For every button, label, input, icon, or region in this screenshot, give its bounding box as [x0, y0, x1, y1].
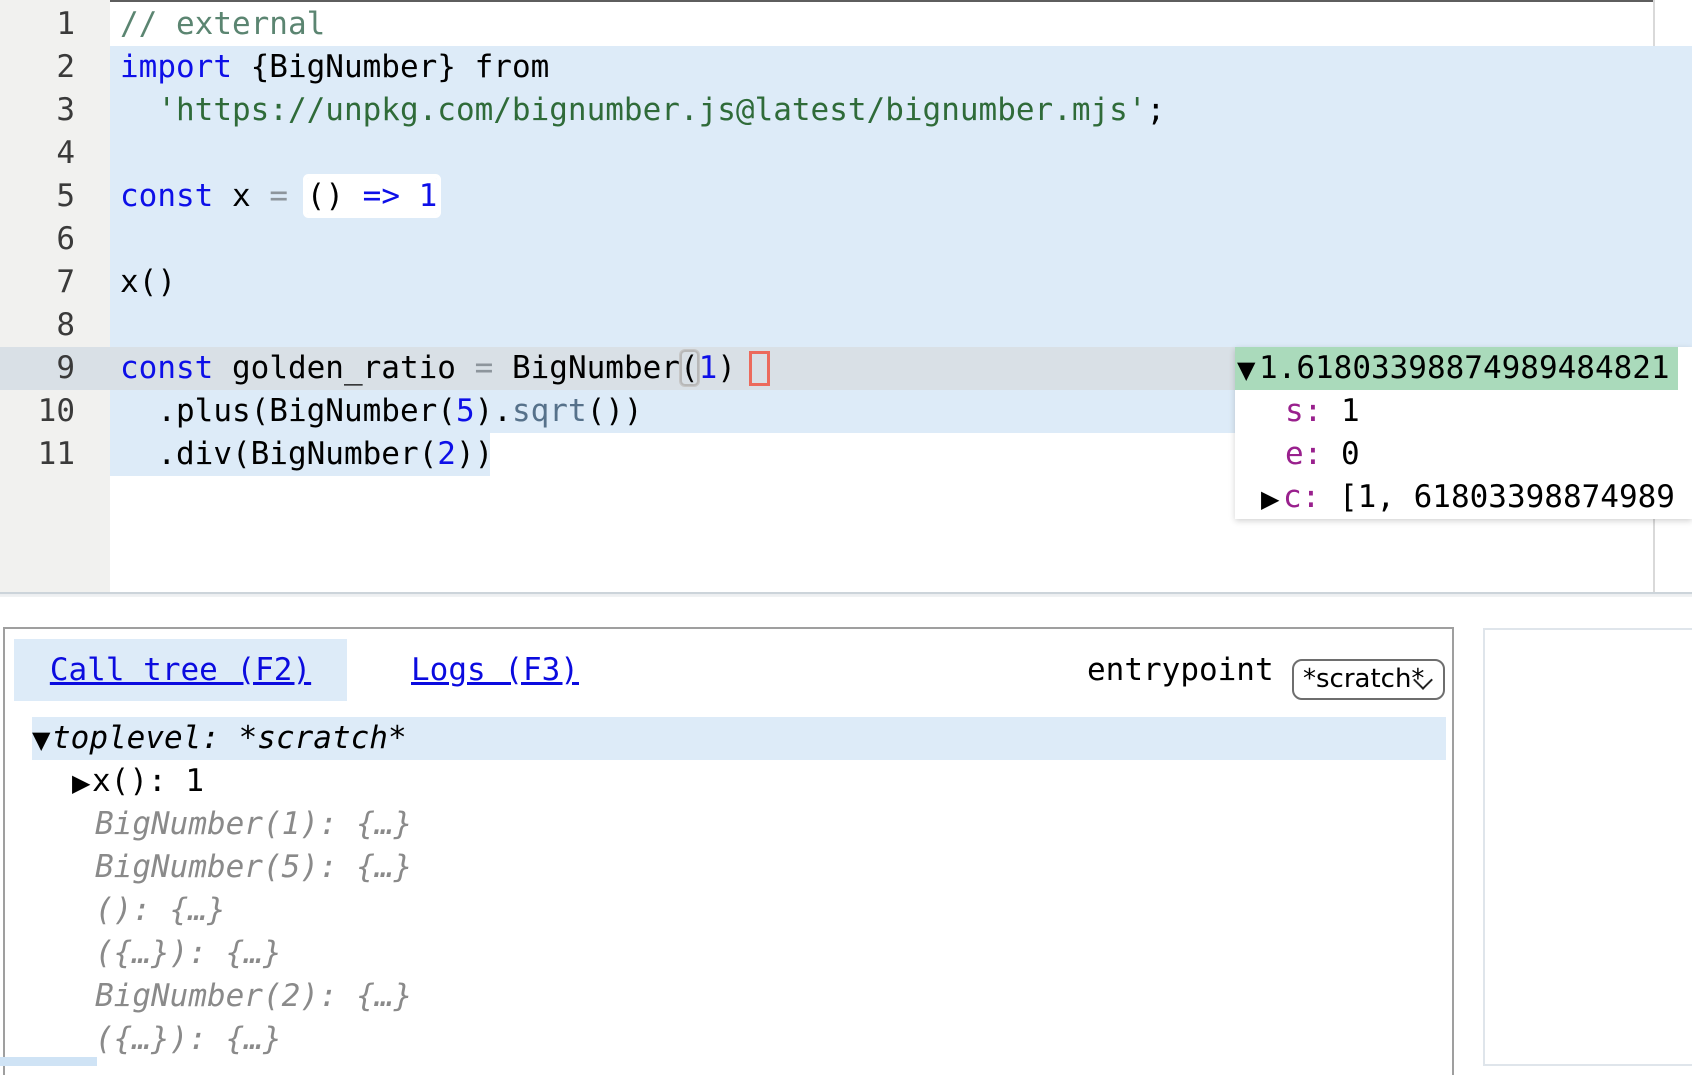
- line-number: 9: [0, 347, 75, 390]
- matching-bracket: (: [680, 350, 699, 386]
- code-token: =>: [363, 178, 400, 214]
- partial-row-highlight: [0, 1057, 97, 1066]
- call-tree-node-label: ({…}): {…}: [95, 1021, 282, 1057]
- code-token: golden_ratio: [213, 350, 474, 386]
- inspected-value-row[interactable]: ▼1.61803398874989484821: [1235, 347, 1678, 390]
- code-token: =: [269, 178, 288, 214]
- call-tree-node-label: BigNumber(5): {…}: [95, 849, 412, 885]
- code-line-3[interactable]: 'https://unpkg.com/bignumber.js@latest/b…: [120, 89, 1165, 132]
- call-tree-node-label: (): {…}: [95, 892, 226, 928]
- line-number: 7: [0, 261, 75, 304]
- line-number: 3: [0, 89, 75, 132]
- code-token: 1: [419, 178, 438, 214]
- call-tree-node[interactable]: ({…}): {…}: [32, 1018, 1446, 1061]
- line-number: 8: [0, 304, 75, 347]
- call-tree-node[interactable]: BigNumber(5): {…}: [32, 846, 1446, 889]
- code-token: [120, 92, 157, 128]
- editor-top-border: [110, 0, 1653, 2]
- property-key: e:: [1285, 436, 1322, 472]
- call-tree-node[interactable]: (): {…}: [32, 889, 1446, 932]
- code-token: [400, 178, 419, 214]
- code-token: .div(BigNumber(: [120, 436, 437, 472]
- code-token: =: [475, 350, 494, 386]
- code-token: ;: [1147, 92, 1166, 128]
- code-token: )): [456, 436, 493, 472]
- property-key: c:: [1283, 479, 1320, 515]
- entrypoint-selected-value: *scratch*: [1303, 661, 1424, 698]
- call-tree-node-label: BigNumber(2): {…}: [95, 978, 412, 1014]
- call-tree-node[interactable]: ▶x(): 1: [32, 760, 1446, 803]
- line-number: 2: [0, 46, 75, 89]
- code-token: const: [120, 178, 213, 214]
- line-number: 11: [0, 433, 75, 476]
- call-tree-node-label: BigNumber(1): {…}: [95, 806, 412, 842]
- code-token: BigNumber: [493, 350, 680, 386]
- object-property-row[interactable]: ▶c: [1, 61803398874989: [1235, 476, 1692, 519]
- code-token: const: [120, 350, 213, 386]
- code-line-10[interactable]: .plus(BigNumber(5).sqrt()): [120, 390, 643, 433]
- code-token: 5: [456, 393, 475, 429]
- value-inspector-popup[interactable]: ▼1.61803398874989484821 s: 1e: 0▶c: [1, …: [1235, 347, 1692, 519]
- object-property-row[interactable]: s: 1: [1235, 390, 1692, 433]
- line-number: 1: [0, 3, 75, 46]
- panel-tabs-row: Call tree (F2) Logs (F3) entrypoint *scr…: [5, 639, 1452, 701]
- call-tree-node[interactable]: BigNumber(1): {…}: [32, 803, 1446, 846]
- code-token: ).: [475, 393, 512, 429]
- expand-triangle-icon[interactable]: ▶: [1261, 478, 1283, 519]
- property-key: s:: [1285, 393, 1322, 429]
- call-tree-node[interactable]: ({…}): {…}: [32, 932, 1446, 975]
- code-token: x(): [120, 264, 176, 300]
- tab-call-tree[interactable]: Call tree (F2): [14, 639, 347, 701]
- entrypoint-select[interactable]: *scratch*: [1292, 659, 1445, 700]
- code-line-2[interactable]: import {BigNumber} from: [120, 46, 549, 89]
- line-number: 4: [0, 132, 75, 175]
- entrypoint-label: entrypoint: [1087, 639, 1274, 701]
- code-token: (): [307, 178, 363, 214]
- code-token: 2: [437, 436, 456, 472]
- right-side-panel: [1483, 628, 1692, 1066]
- call-tree-node[interactable]: BigNumber(2): {…}: [32, 975, 1446, 1018]
- collapse-triangle-icon[interactable]: ▼: [32, 719, 52, 762]
- code-token: 1: [699, 350, 718, 386]
- tab-logs[interactable]: Logs (F3): [411, 639, 579, 701]
- code-token: sqrt: [512, 393, 587, 429]
- code-token: import: [120, 49, 232, 85]
- expand-triangle-icon[interactable]: ▶: [72, 762, 92, 805]
- call-tree-rows: ▼toplevel: *scratch*▶x(): 1BigNumber(1):…: [32, 717, 1446, 1061]
- call-tree-node-label: ({…}): {…}: [95, 935, 282, 971]
- code-line-11[interactable]: .div(BigNumber(2)): [120, 433, 493, 476]
- inspected-value: 1.61803398874989484821: [1259, 350, 1670, 386]
- call-tree-node-label: x(): 1: [92, 763, 204, 799]
- code-line-1[interactable]: // external: [120, 3, 325, 46]
- property-value: [1, 61803398874989: [1320, 479, 1675, 515]
- code-line-7[interactable]: x(): [120, 261, 176, 304]
- code-token: ): [717, 350, 736, 386]
- code-line-5[interactable]: const x = () => 1: [120, 175, 437, 218]
- line-number: 10: [0, 390, 75, 433]
- code-token: // external: [120, 6, 325, 42]
- code-token: 'https://unpkg.com/bignumber.js@latest/b…: [157, 92, 1146, 128]
- property-value: 1: [1322, 393, 1359, 429]
- call-tree-panel: Call tree (F2) Logs (F3) entrypoint *scr…: [3, 627, 1454, 1075]
- code-token: .plus(BigNumber(: [120, 393, 456, 429]
- code-token: {BigNumber} from: [232, 49, 549, 85]
- code-token: x: [213, 178, 269, 214]
- call-tree-node[interactable]: ▼toplevel: *scratch*: [32, 717, 1446, 760]
- editor-bottom-shadow: [0, 594, 1692, 597]
- code-token: ()): [587, 393, 643, 429]
- code-line-9[interactable]: const golden_ratio = BigNumber(1): [120, 347, 736, 390]
- collapse-triangle-icon[interactable]: ▼: [1237, 349, 1259, 392]
- call-tree-node-label: toplevel: *scratch*: [52, 720, 407, 756]
- code-token: [288, 178, 307, 214]
- object-property-row[interactable]: e: 0: [1235, 433, 1692, 476]
- text-cursor: [749, 351, 770, 386]
- line-number: 6: [0, 218, 75, 261]
- unexecuted-fn-body[interactable]: () => 1: [307, 178, 438, 214]
- property-value: 0: [1322, 436, 1359, 472]
- line-number: 5: [0, 175, 75, 218]
- code-editor[interactable]: 1234567891011 // externalimport {BigNumb…: [0, 0, 1692, 597]
